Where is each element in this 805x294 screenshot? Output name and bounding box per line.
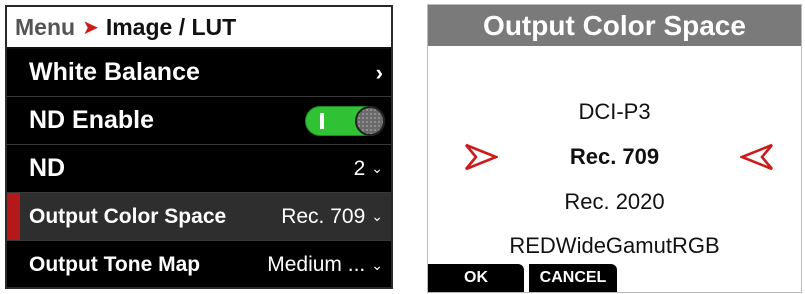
arrow-left-icon[interactable]	[740, 142, 774, 172]
chevron-down-icon: ⌄	[371, 160, 383, 176]
breadcrumb-separator-icon: ➤	[82, 16, 99, 39]
menu-item-label: ND Enable	[29, 106, 155, 134]
menu-item-nd-enable[interactable]: ND Enable	[7, 97, 391, 145]
chevron-right-icon: ›	[375, 59, 383, 85]
picker-title: Output Color Space	[428, 5, 801, 46]
option-rec-2020[interactable]: Rec. 2020	[428, 189, 801, 215]
menu-item-label: Output Tone Map	[29, 253, 201, 276]
image-lut-menu: Menu ➤ Image / LUT White Balance › ND En…	[5, 5, 393, 289]
menu-item-label: Output Color Space	[29, 204, 227, 228]
menu-item-output-color-space[interactable]: Output Color Space Rec. 709 ⌄	[7, 193, 391, 241]
chevron-down-icon: ⌄	[371, 256, 383, 273]
output-color-space-picker: Output Color Space DCI-P3 Rec. 709 Rec. …	[427, 4, 802, 293]
breadcrumb: Menu ➤ Image / LUT	[7, 7, 391, 49]
picker-footer: OK CANCEL	[428, 264, 801, 292]
cancel-button[interactable]: CANCEL	[529, 264, 617, 292]
toggle-on-indicator	[320, 112, 324, 129]
selection-marker	[7, 193, 20, 240]
option-dci-p3[interactable]: DCI-P3	[428, 99, 801, 125]
nd-value: 2	[353, 156, 366, 180]
arrow-right-icon[interactable]	[464, 142, 498, 172]
ok-button[interactable]: OK	[428, 264, 524, 292]
toggle-knob	[355, 105, 385, 136]
output-tone-map-value: Medium ...	[267, 253, 366, 276]
menu-item-nd[interactable]: ND 2 ⌄	[7, 145, 391, 193]
breadcrumb-menu[interactable]: Menu	[15, 14, 75, 41]
option-redwidegamutrgb[interactable]: REDWideGamutRGB	[428, 233, 801, 259]
breadcrumb-current: Image / LUT	[105, 13, 237, 40]
nd-enable-toggle[interactable]	[305, 105, 385, 136]
chevron-down-icon: ⌄	[371, 208, 383, 224]
menu-item-output-tone-map[interactable]: Output Tone Map Medium ... ⌄	[7, 241, 391, 287]
menu-item-label: White Balance	[29, 58, 200, 86]
output-color-space-value: Rec. 709	[281, 204, 366, 228]
menu-item-label: ND	[29, 154, 66, 182]
menu-item-white-balance[interactable]: White Balance ›	[7, 49, 391, 97]
